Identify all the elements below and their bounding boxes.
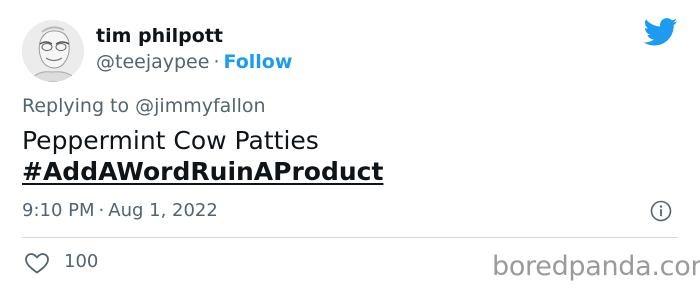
separator-dot: · (98, 200, 105, 221)
twitter-bird-icon[interactable] (644, 18, 678, 46)
avatar[interactable] (22, 20, 84, 82)
tweet-time: 9:10 PM (22, 200, 95, 221)
tweet-line: Peppermint Cow Patties (22, 126, 319, 155)
watermark: boredpanda.com (492, 251, 700, 282)
tweet-text: Peppermint Cow Patties #AddAWordRuinAPro… (22, 125, 383, 187)
reply-mention-link[interactable]: @jimmyfallon (135, 95, 265, 117)
replying-prefix: Replying to (22, 95, 136, 117)
info-icon[interactable] (650, 200, 672, 222)
display-name[interactable]: tim philpott (96, 24, 223, 48)
divider (22, 237, 678, 238)
avatar-sketch (22, 20, 84, 82)
timestamp[interactable]: 9:10 PM · Aug 1, 2022 (22, 199, 218, 223)
replying-to: Replying to @jimmyfallon (22, 94, 266, 118)
follow-button[interactable]: Follow (223, 51, 292, 73)
heart-icon[interactable] (24, 252, 50, 274)
separator-dot: · (213, 51, 220, 73)
tweet-date: Aug 1, 2022 (108, 200, 218, 221)
handle-row: @teejaypee · Follow (96, 50, 292, 74)
hashtag-link[interactable]: #AddAWordRuinAProduct (22, 156, 383, 187)
like-count[interactable]: 100 (64, 250, 98, 274)
user-handle[interactable]: @teejaypee (96, 51, 209, 73)
